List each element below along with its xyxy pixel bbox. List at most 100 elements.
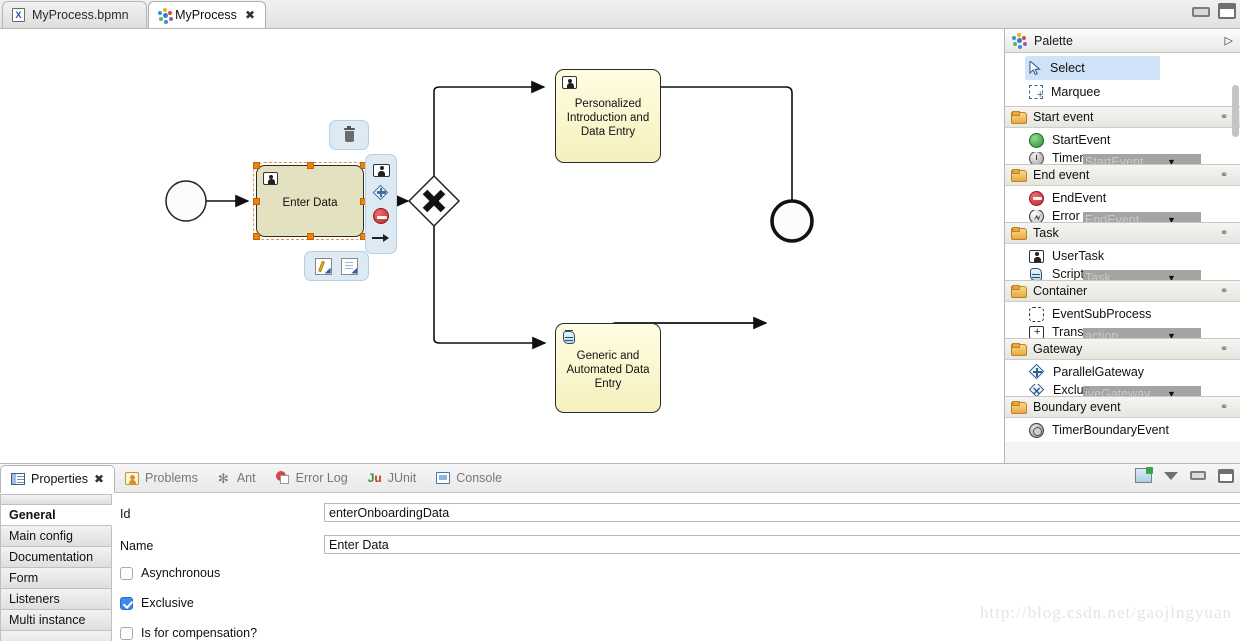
folder-icon <box>1011 169 1027 182</box>
palette-item-label: ParallelGateway <box>1053 365 1145 379</box>
resize-handle-w[interactable] <box>253 198 260 205</box>
property-tab-listeners[interactable]: Listeners <box>0 589 112 610</box>
palette-body[interactable]: Select Marquee Start event ⚭ StartEvent <box>1005 53 1240 463</box>
new-view-icon[interactable] <box>1135 467 1153 483</box>
palette-group-end-event[interactable]: End event ⚭ <box>1005 164 1240 186</box>
id-field[interactable]: enterOnboardingData <box>324 503 1240 522</box>
parallel-gateway-icon <box>1028 363 1045 380</box>
tab-properties[interactable]: Properties ✖ <box>0 464 116 493</box>
palette-item-endevent[interactable]: EndEvent <box>1005 186 1240 210</box>
pin-icon[interactable]: ⚭ <box>1220 402 1232 413</box>
palette-group-items: UserTask Script Task ▼ <box>1005 244 1240 280</box>
property-tab-main-config[interactable]: Main config <box>0 526 112 547</box>
palette-tool-marquee[interactable]: Marquee <box>1005 80 1240 104</box>
chevron-right-icon[interactable]: ▷ <box>1225 34 1233 47</box>
context-pad-delete[interactable] <box>329 120 369 150</box>
palette-group-start-event[interactable]: Start event ⚭ <box>1005 106 1240 128</box>
resize-handle-nw[interactable] <box>253 162 260 169</box>
tab-error-log[interactable]: Error Log <box>266 464 358 492</box>
palette-group-task[interactable]: Task ⚭ <box>1005 222 1240 244</box>
pin-icon[interactable]: ⚭ <box>1220 112 1232 123</box>
checkbox-row-asynchronous[interactable]: Asynchronous <box>120 566 220 580</box>
chevron-down-icon[interactable]: ▼ <box>1167 273 1176 280</box>
palette-group-gateway[interactable]: Gateway ⚭ <box>1005 338 1240 360</box>
property-tab-multi-instance[interactable]: Multi instance <box>0 610 112 631</box>
context-pad-actions[interactable] <box>365 154 397 254</box>
document-icon[interactable] <box>341 257 359 275</box>
ant-icon: ✻ <box>217 470 229 486</box>
junit-icon: Ju <box>367 471 382 485</box>
palette-item-label: UserTask <box>1052 249 1105 263</box>
editor-tab-myprocess[interactable]: MyProcess ✖ <box>148 1 266 28</box>
task-node-personalized-intro[interactable]: Personalized Introduction and Data Entry <box>555 69 661 163</box>
pin-icon[interactable]: ⚭ <box>1220 228 1232 239</box>
chevron-down-icon[interactable]: ▼ <box>1167 389 1176 396</box>
palette-item-eventsubprocess[interactable]: EventSubProcess <box>1005 302 1240 326</box>
palette-item-startevent[interactable]: StartEvent <box>1005 128 1240 152</box>
resize-handle-sw[interactable] <box>253 233 260 240</box>
bpmn-canvas[interactable]: 3 Personalized Introduction and Data Ent… <box>0 29 1004 463</box>
name-field[interactable]: Enter Data <box>324 535 1240 554</box>
property-tab-form[interactable]: Form <box>0 568 112 589</box>
task-node-generic-automated[interactable]: Generic and Automated Data Entry <box>555 323 661 413</box>
palette-item-scripttask[interactable]: Script Task ▼ <box>1005 268 1240 280</box>
trash-icon[interactable] <box>343 126 356 142</box>
is-for-compensation-checkbox[interactable] <box>120 626 133 640</box>
close-icon[interactable]: ✖ <box>245 8 255 22</box>
palette-item-transaction[interactable]: Trans action ▼ <box>1005 326 1240 338</box>
context-pad-edit[interactable] <box>304 251 369 281</box>
palette-header: Palette ▷ <box>1005 29 1240 53</box>
tab-problems[interactable]: Problems <box>115 464 208 492</box>
resize-handle-s[interactable] <box>307 233 314 240</box>
tab-console[interactable]: Console <box>426 464 512 492</box>
chevron-down-icon[interactable]: ▼ <box>1167 157 1176 164</box>
property-tab-spacer <box>0 494 112 505</box>
property-tab-next[interactable] <box>0 631 112 641</box>
pencil-icon[interactable] <box>314 257 332 275</box>
palette-group-container[interactable]: Container ⚭ <box>1005 280 1240 302</box>
folder-icon <box>1011 343 1027 356</box>
palette-item-timerstartevent[interactable]: Timer StartEvent ▼ <box>1005 152 1240 164</box>
resize-handle-n[interactable] <box>307 162 314 169</box>
gateway-icon[interactable] <box>372 184 389 201</box>
palette-group-label: Container <box>1033 284 1088 298</box>
palette-item-parallelgateway[interactable]: ParallelGateway <box>1005 360 1240 384</box>
tab-ant[interactable]: ✻ Ant <box>208 464 266 492</box>
cursor-icon <box>1029 61 1042 75</box>
palette-item-label: Trans <box>1052 326 1084 338</box>
minimize-icon[interactable] <box>1192 7 1210 17</box>
palette-item-exclusivegateway[interactable]: ✕ Exclus iveGateway ▼ <box>1005 384 1240 396</box>
minimize-icon[interactable] <box>1190 471 1206 480</box>
property-tab-general[interactable]: General <box>0 505 112 526</box>
task-node-enter-data[interactable]: Enter Data <box>253 162 367 240</box>
sequence-flow-icon[interactable] <box>372 232 390 244</box>
palette-group-label: Gateway <box>1033 342 1083 356</box>
palette-tool-label: Marquee <box>1051 85 1101 99</box>
end-event-icon[interactable] <box>373 208 389 225</box>
panel-toolbar <box>1135 467 1234 483</box>
maximize-icon[interactable] <box>1218 468 1234 483</box>
pin-icon[interactable]: ⚭ <box>1220 286 1232 297</box>
property-tab-documentation[interactable]: Documentation <box>0 547 112 568</box>
checkbox-row-exclusive[interactable]: Exclusive <box>120 596 194 610</box>
palette-scrollbar[interactable] <box>1232 85 1239 137</box>
view-menu-icon[interactable] <box>1164 471 1178 480</box>
asynchronous-checkbox[interactable] <box>120 566 133 580</box>
palette-tool-select[interactable]: Select <box>1025 56 1160 80</box>
palette-item-timerboundaryevent[interactable]: TimerBoundaryEvent <box>1005 418 1240 442</box>
palette-item-usertask[interactable]: UserTask <box>1005 244 1240 268</box>
pin-icon[interactable]: ⚭ <box>1220 170 1232 181</box>
close-icon[interactable]: ✖ <box>94 472 104 486</box>
marquee-icon <box>1029 85 1043 100</box>
palette-group-boundary-event[interactable]: Boundary event ⚭ <box>1005 396 1240 418</box>
exclusive-checkbox[interactable] <box>120 596 133 610</box>
maximize-icon[interactable] <box>1218 3 1236 19</box>
user-task-icon[interactable] <box>372 163 390 177</box>
pin-icon[interactable]: ⚭ <box>1220 344 1232 355</box>
tab-junit[interactable]: Ju JUnit <box>358 464 427 492</box>
chevron-down-icon[interactable]: ▼ <box>1167 215 1176 222</box>
palette-item-errorendevent[interactable]: Error EndEvent ▼ <box>1005 210 1240 222</box>
checkbox-row-is-for-compensation[interactable]: Is for compensation? <box>120 626 257 640</box>
chevron-down-icon[interactable]: ▼ <box>1167 331 1176 338</box>
editor-tab-myprocess-bpmn[interactable]: X MyProcess.bpmn <box>2 1 147 28</box>
